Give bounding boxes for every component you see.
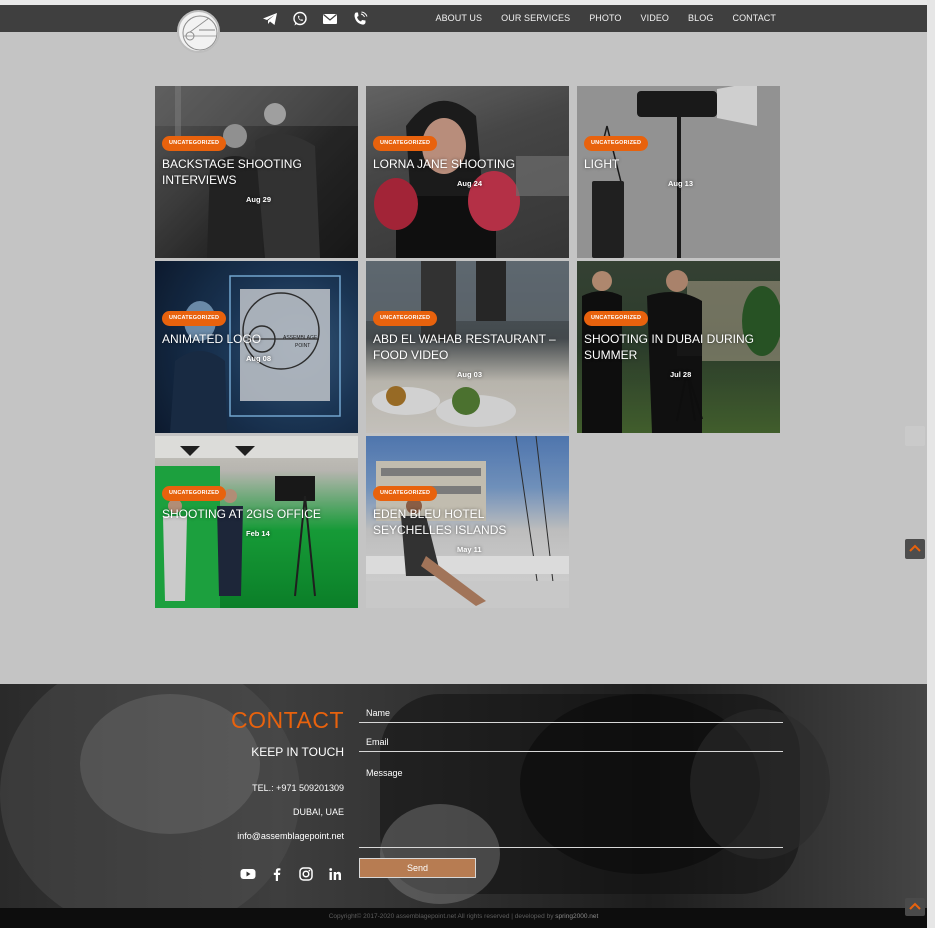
post-title[interactable]: SHOOTING IN DUBAI DURING SUMMER [584,332,774,363]
copyright-text: Copyright© 2017-2020 assemblagepoint.net… [0,913,927,920]
contact-email[interactable]: info@assemblagepoint.net [237,831,344,841]
post-date: Aug 08 [246,354,272,363]
header-contact-icons [262,11,368,27]
contact-city: DUBAI, UAE [292,807,344,817]
post-card[interactable]: UNCATEGORIZED BACKSTAGE SHOOTING INTERVI… [155,86,358,258]
scrollbar-track[interactable] [927,0,935,928]
category-badge[interactable]: UNCATEGORIZED [162,311,227,326]
copyright-label: Copyright© 2017-2020 assemblagepoint.net… [328,913,556,920]
social-links [240,866,343,882]
youtube-icon[interactable] [240,866,256,882]
post-date: May 11 [457,545,482,554]
chevron-up-icon [909,544,921,552]
post-title[interactable]: LORNA JANE SHOOTING [373,157,563,173]
post-title[interactable]: SHOOTING AT 2GIS OFFICE [162,507,352,523]
site-logo[interactable] [177,10,220,53]
email-field-label: Email [366,737,389,747]
category-badge[interactable]: UNCATEGORIZED [162,136,227,151]
post-date: Aug 03 [457,370,483,379]
post-date: Jul 28 [670,370,692,379]
category-badge[interactable]: UNCATEGORIZED [584,136,649,151]
post-title[interactable]: BACKSTAGE SHOOTING INTERVIEWS [162,157,352,188]
post-date: Aug 29 [246,195,272,204]
main-nav: ABOUT US OUR SERVICES PHOTO VIDEO BLOG C… [435,13,776,23]
post-card[interactable]: ASSEMBLAGE POINT UNCATEGORIZED ANIMATED … [155,261,358,433]
developer-link[interactable]: spring2000.net [555,913,598,920]
post-date: Feb 14 [246,529,270,538]
nav-video[interactable]: VIDEO [641,13,670,23]
post-title[interactable]: ANIMATED LOGO [162,332,352,348]
post-card[interactable]: UNCATEGORIZED SHOOTING IN DUBAI DURING S… [577,261,780,433]
contact-phone[interactable]: TEL.: +971 509201309 [252,783,344,793]
category-badge[interactable]: UNCATEGORIZED [373,136,438,151]
name-field[interactable]: Name [359,702,783,723]
category-badge[interactable]: UNCATEGORIZED [373,486,438,501]
post-card[interactable]: UNCATEGORIZED EDEN BLEU HOTEL SEYCHELLES… [366,436,569,608]
post-date: Aug 13 [668,179,694,188]
post-card[interactable]: UNCATEGORIZED SHOOTING AT 2GIS OFFICE Fe… [155,436,358,608]
contact-heading: CONTACT [231,707,344,733]
telegram-icon[interactable] [262,11,278,27]
nav-about-us[interactable]: ABOUT US [435,13,482,23]
email-icon[interactable] [322,11,338,27]
phone-icon[interactable] [352,11,368,27]
post-date: Aug 24 [457,179,483,188]
post-card[interactable]: UNCATEGORIZED LORNA JANE SHOOTING Aug 24 [366,86,569,258]
post-card[interactable]: UNCATEGORIZED LIGHT Aug 13 [577,86,780,258]
post-title[interactable]: LIGHT [584,157,774,173]
nav-photo[interactable]: PHOTO [589,13,621,23]
copyright-bar: Copyright© 2017-2020 assemblagepoint.net… [0,908,927,928]
linkedin-icon[interactable] [327,866,343,882]
facebook-icon[interactable] [269,866,285,882]
category-badge[interactable]: UNCATEGORIZED [373,311,438,326]
message-field-label: Message [366,768,403,778]
scroll-top-button-footer[interactable] [905,898,925,916]
scroll-ghost-button[interactable] [905,426,925,446]
nav-blog[interactable]: BLOG [688,13,713,23]
send-button[interactable]: Send [359,858,476,878]
category-badge[interactable]: UNCATEGORIZED [584,311,649,326]
instagram-icon[interactable] [298,866,314,882]
chevron-up-icon [909,902,921,910]
logo-graphic [182,15,218,51]
post-title[interactable]: EDEN BLEU HOTEL SEYCHELLES ISLANDS [373,507,563,538]
contact-subtitle: KEEP IN TOUCH [251,745,344,759]
name-field-label: Name [366,708,391,718]
whatsapp-icon[interactable] [292,11,308,27]
nav-contact[interactable]: CONTACT [732,13,776,23]
contact-section: CONTACT KEEP IN TOUCH TEL.: +971 5092013… [0,684,927,908]
scroll-top-button[interactable] [905,539,925,559]
category-badge[interactable]: UNCATEGORIZED [162,486,227,501]
nav-our-services[interactable]: OUR SERVICES [501,13,570,23]
message-field[interactable]: Message [359,762,783,848]
post-card[interactable]: UNCATEGORIZED ABD EL WAHAB RESTAURANT – … [366,261,569,433]
post-title[interactable]: ABD EL WAHAB RESTAURANT – FOOD VIDEO [373,332,563,363]
email-field[interactable]: Email [359,731,783,752]
